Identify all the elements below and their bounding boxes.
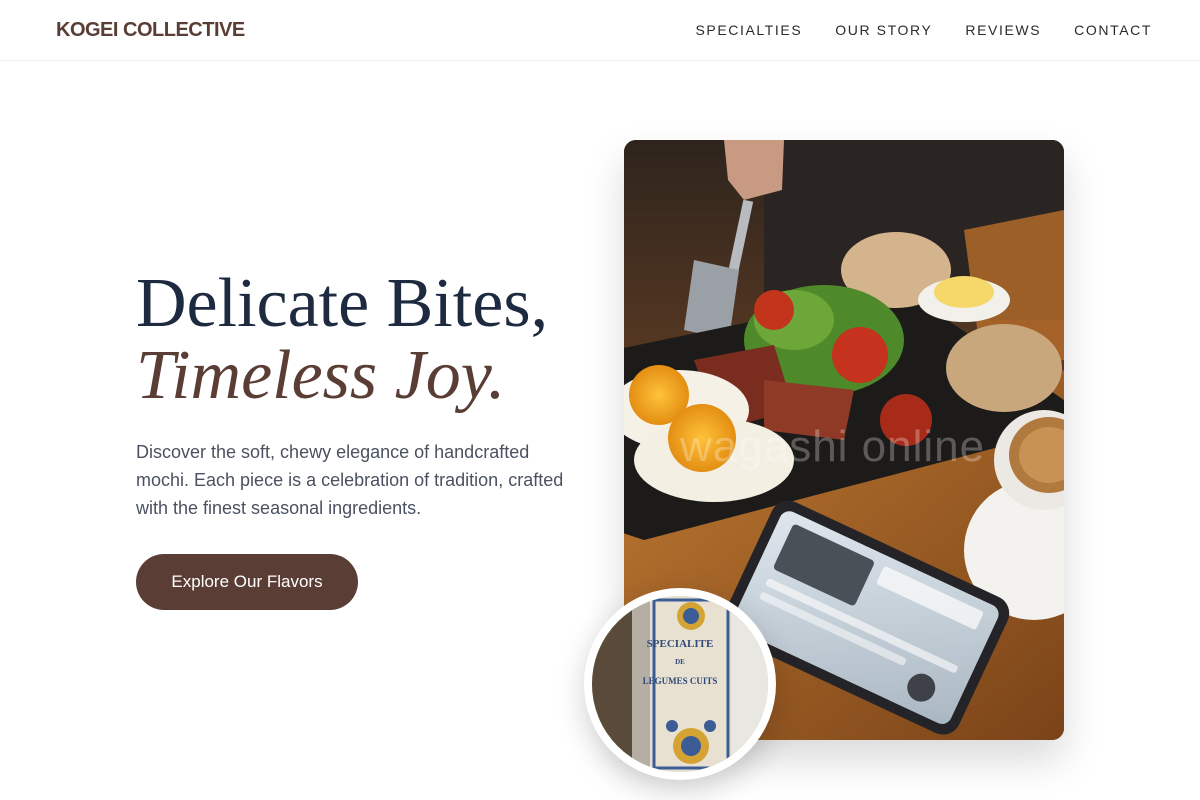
hero-title-line-1: Delicate Bites,: [136, 265, 549, 342]
image-watermark: wagashi online: [680, 422, 986, 471]
hero-description: Discover the soft, chewy elegance of han…: [136, 442, 564, 518]
inset-sign-image: SPECIALITE DE LEGUMES CUITS: [584, 588, 776, 780]
sign-text-line-2: DE: [675, 658, 685, 666]
nav-link-reviews[interactable]: REVIEWS: [965, 22, 1041, 38]
nav-link-our-story[interactable]: OUR STORY: [835, 22, 932, 38]
hero-title: Delicate Bites, Timeless Joy.: [136, 268, 548, 412]
site-header: KOGEI COLLECTIVE SPECIALTIES OUR STORY R…: [0, 0, 1200, 61]
nav-link-contact[interactable]: CONTACT: [1074, 22, 1152, 38]
nav-link-specialties[interactable]: SPECIALTIES: [695, 22, 802, 38]
sign-text-line-3: LEGUMES CUITS: [642, 676, 718, 686]
hero-title-line-2: Timeless Joy.: [136, 337, 506, 414]
sign-text-line-1: SPECIALITE: [646, 638, 714, 650]
main-nav: SPECIALTIES OUR STORY REVIEWS CONTACT: [695, 22, 1152, 38]
explore-flavors-button[interactable]: Explore Our Flavors: [136, 554, 358, 610]
brand-logo[interactable]: KOGEI COLLECTIVE: [56, 19, 245, 42]
